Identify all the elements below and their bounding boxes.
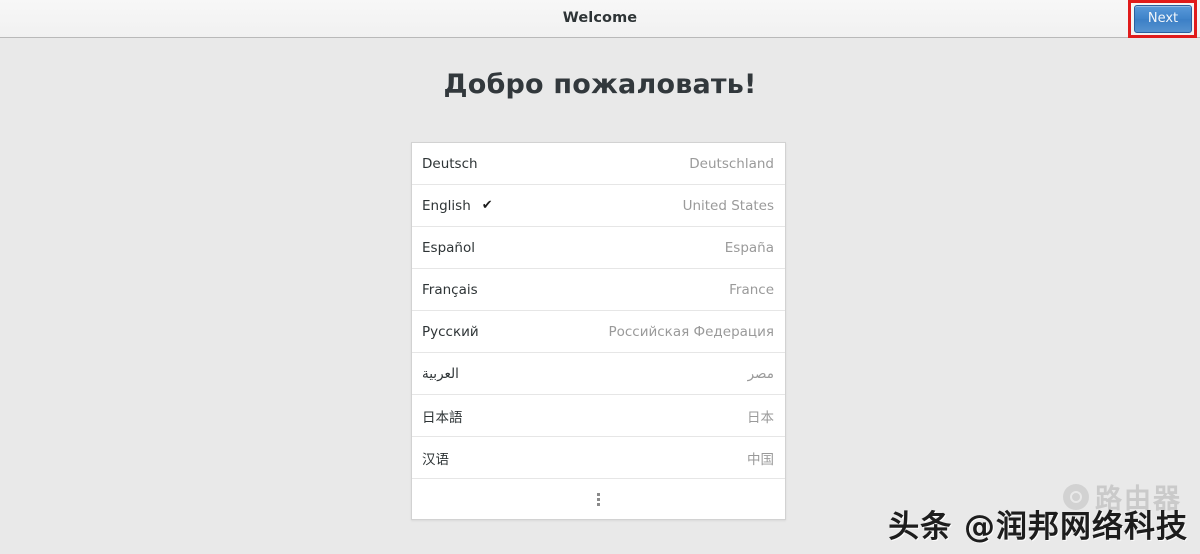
primary-watermark: 头条 @润邦网络科技 bbox=[888, 509, 1188, 545]
kebab-menu-icon bbox=[597, 492, 600, 506]
language-name: Español bbox=[422, 240, 475, 256]
language-name-label: Deutsch bbox=[422, 155, 478, 172]
language-row[interactable]: Русский Российская Федерация bbox=[412, 311, 785, 353]
check-icon: ✔ bbox=[481, 198, 493, 213]
language-row[interactable]: English ✔ United States bbox=[412, 185, 785, 227]
page-title: Добро пожаловать! bbox=[443, 69, 757, 100]
language-name-label: 汉语 bbox=[422, 451, 449, 468]
welcome-page-content: Добро пожаловать! Deutsch Deutschland Engl… bbox=[0, 39, 1200, 554]
language-list: Deutsch Deutschland English ✔ United States E… bbox=[411, 142, 786, 520]
language-name: العربية bbox=[422, 366, 459, 382]
language-region-label: France bbox=[729, 281, 774, 298]
language-row[interactable]: Deutsch Deutschland bbox=[412, 143, 785, 185]
language-row[interactable]: العربية مصر bbox=[412, 353, 785, 395]
language-name: Русский bbox=[422, 324, 479, 340]
next-button[interactable]: Next bbox=[1134, 5, 1192, 33]
language-name: 汉语 bbox=[422, 448, 449, 468]
language-name: English ✔ bbox=[422, 198, 493, 214]
language-name-label: Español bbox=[422, 239, 475, 256]
language-row[interactable]: 日本語 日本 bbox=[412, 395, 785, 437]
language-row[interactable]: Español España bbox=[412, 227, 785, 269]
language-row[interactable]: 汉语 中国 bbox=[412, 437, 785, 479]
language-row[interactable]: Français France bbox=[412, 269, 785, 311]
more-languages-button[interactable] bbox=[412, 479, 785, 519]
language-name-label: العربية bbox=[422, 365, 459, 382]
language-region-label: 日本 bbox=[747, 409, 774, 426]
language-region-label: Deutschland bbox=[689, 155, 774, 172]
language-name: Français bbox=[422, 282, 478, 298]
language-region-label: مصر bbox=[747, 365, 774, 382]
language-name: Deutsch bbox=[422, 156, 478, 172]
language-region-label: 中国 bbox=[747, 451, 774, 468]
window-title: Welcome bbox=[562, 10, 638, 26]
language-name-label: English bbox=[422, 197, 471, 214]
language-region-label: Российская Федерация bbox=[608, 323, 774, 340]
language-region-label: España bbox=[724, 239, 774, 256]
language-name-label: 日本語 bbox=[422, 409, 463, 426]
language-name-label: Français bbox=[422, 281, 478, 298]
language-name-label: Русский bbox=[422, 323, 479, 340]
language-name: 日本語 bbox=[422, 406, 463, 426]
language-region-label: United States bbox=[682, 197, 774, 214]
window-titlebar: Welcome bbox=[0, 0, 1200, 38]
